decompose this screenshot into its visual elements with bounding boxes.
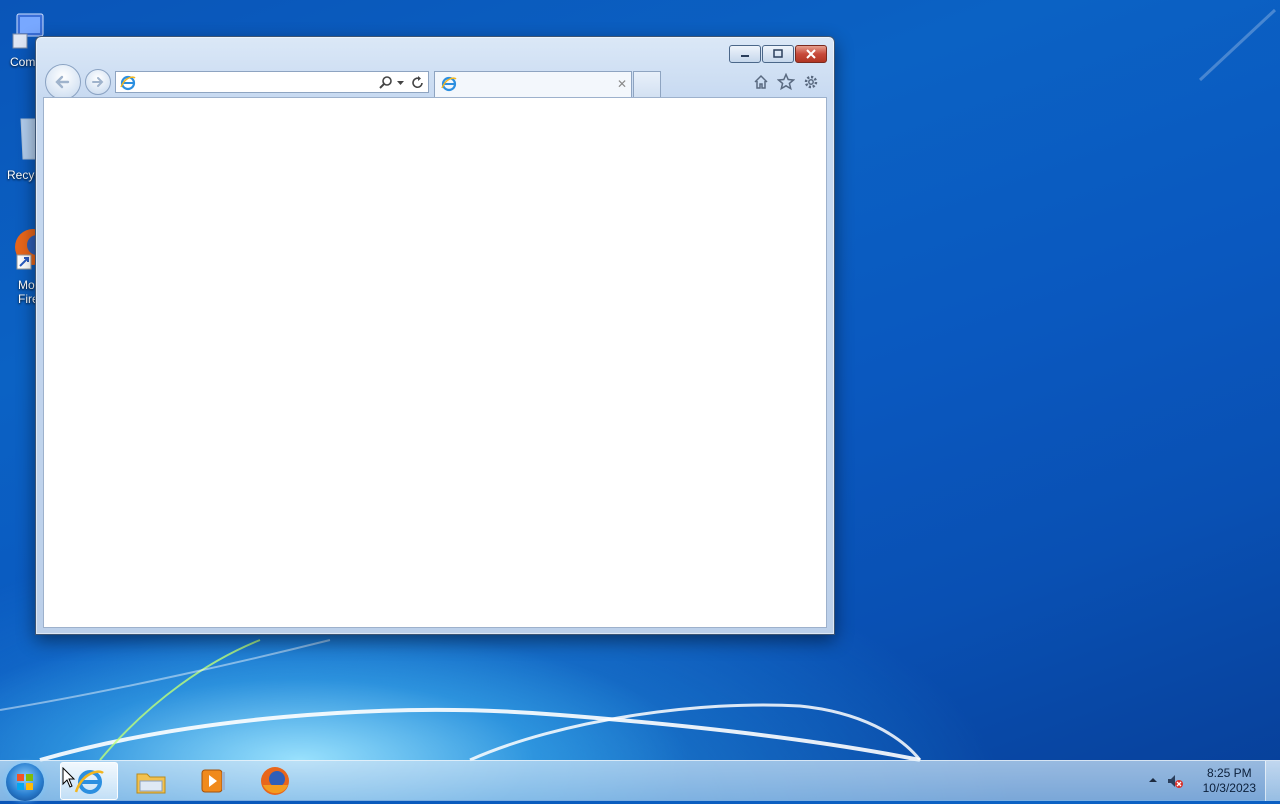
tools-gear-icon xyxy=(804,75,818,89)
browser-tab[interactable]: ✕ xyxy=(434,71,632,97)
back-button[interactable] xyxy=(45,64,81,100)
internet-explorer-icon xyxy=(74,770,104,794)
taskbar-firefox-button[interactable] xyxy=(246,762,304,800)
ie-page-icon xyxy=(120,75,136,91)
close-icon xyxy=(806,49,816,59)
show-hidden-icons-icon[interactable] xyxy=(1148,775,1158,785)
media-player-icon xyxy=(201,769,225,793)
minimize-button[interactable] xyxy=(729,45,761,63)
clock[interactable]: 8:25 PM 10/3/2023 xyxy=(1203,766,1256,796)
clock-time: 8:25 PM xyxy=(1206,766,1252,780)
wallpaper-streak xyxy=(1198,8,1277,82)
forward-icon xyxy=(92,77,104,87)
taskbar: 8:25 PM 10/3/2023 xyxy=(0,760,1280,801)
new-tab-button[interactable] xyxy=(633,71,661,97)
tab-close-icon[interactable]: ✕ xyxy=(617,77,627,91)
taskbar-explorer-button[interactable] xyxy=(122,762,180,800)
folder-icon xyxy=(136,773,166,794)
window-caption-buttons xyxy=(729,45,827,63)
close-button[interactable] xyxy=(795,45,827,63)
address-input[interactable] xyxy=(138,74,372,92)
tools-button[interactable] xyxy=(802,73,820,91)
clock-date: 10/3/2023 xyxy=(1202,781,1256,795)
dropdown-icon[interactable] xyxy=(396,78,406,88)
refresh-icon[interactable] xyxy=(410,75,426,91)
internet-explorer-window[interactable]: ✕ xyxy=(35,36,835,635)
forward-button[interactable] xyxy=(85,69,111,95)
start-button[interactable] xyxy=(6,763,44,801)
ie-tab-icon xyxy=(441,76,457,92)
search-icon[interactable] xyxy=(378,75,394,91)
back-icon xyxy=(55,75,70,89)
volume-muted-icon[interactable] xyxy=(1166,773,1184,789)
maximize-button[interactable] xyxy=(762,45,794,63)
address-bar[interactable] xyxy=(115,71,429,93)
taskbar-media-player-button[interactable] xyxy=(184,762,242,800)
mouse-cursor-icon xyxy=(62,767,76,788)
minimize-icon xyxy=(741,55,749,57)
home-icon xyxy=(754,74,768,89)
firefox-icon xyxy=(261,767,289,795)
favorites-icon xyxy=(777,73,795,91)
windows-logo-icon xyxy=(17,774,33,790)
maximize-icon xyxy=(773,49,783,58)
favorites-button[interactable] xyxy=(777,73,795,91)
system-tray: 8:25 PM 10/3/2023 xyxy=(1140,761,1280,801)
show-desktop-button[interactable] xyxy=(1265,761,1280,801)
home-button[interactable] xyxy=(752,73,770,91)
page-content-area[interactable] xyxy=(43,97,827,628)
